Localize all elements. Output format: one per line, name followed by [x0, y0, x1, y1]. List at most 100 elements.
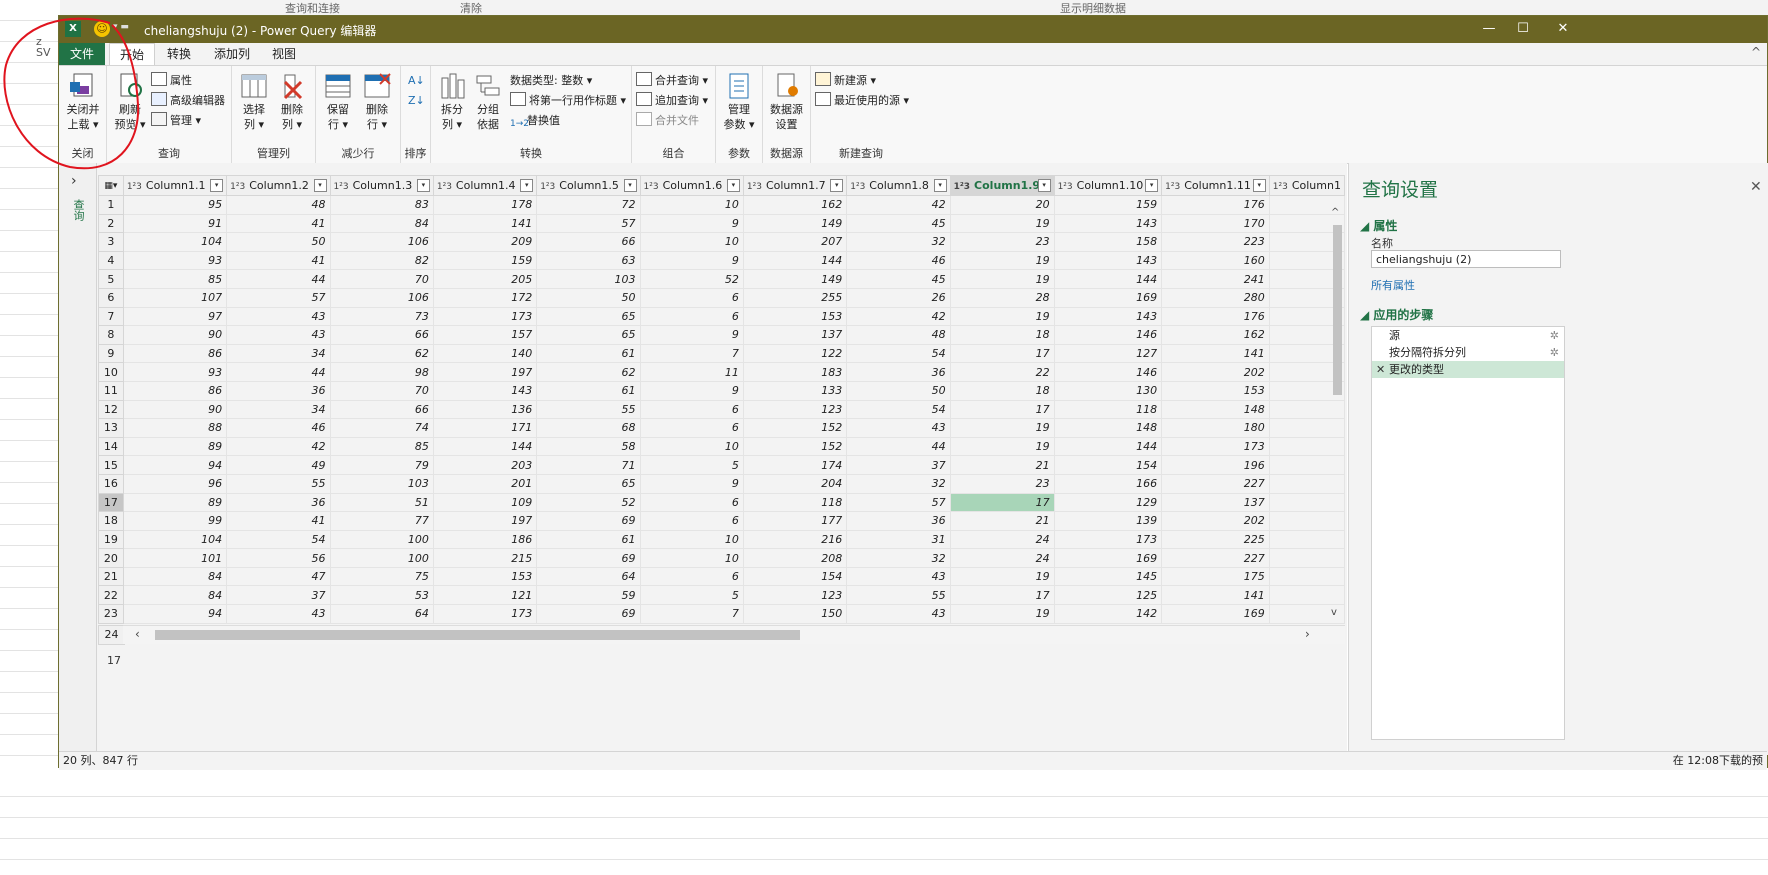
gear-icon[interactable]: ✲ — [1550, 327, 1559, 344]
row-number[interactable]: 6 — [98, 287, 124, 308]
table-cell[interactable]: 152 — [742, 437, 848, 457]
table-cell[interactable]: 90 — [122, 400, 228, 420]
table-cell[interactable]: 118 — [1053, 400, 1163, 420]
close-icon[interactable]: ✕ — [1750, 179, 1762, 195]
type-123-icon[interactable]: 1²3 — [127, 182, 142, 192]
table-cell[interactable]: 178 — [432, 195, 538, 215]
all-properties-link[interactable]: 所有属性 — [1371, 277, 1415, 293]
table-cell[interactable]: 144 — [432, 437, 538, 457]
group-by-button[interactable]: 分组 依据 — [471, 72, 505, 132]
query-name-input[interactable]: cheliangshuju (2) — [1371, 250, 1561, 268]
new-source-button[interactable]: 新建源 ▾ — [815, 72, 876, 90]
applied-steps-heading[interactable]: ◢ 应用的步骤 — [1360, 306, 1433, 323]
table-cell[interactable]: 142 — [1053, 604, 1163, 624]
table-cell[interactable]: 69 — [536, 548, 641, 568]
table-cell[interactable]: 86 — [122, 381, 228, 401]
table-cell[interactable]: 94 — [122, 455, 228, 475]
table-cell[interactable]: 43 — [846, 418, 951, 438]
table-cell[interactable]: 69 — [536, 604, 641, 624]
table-cell[interactable]: 43 — [226, 307, 331, 327]
table-cell[interactable]: 32 — [846, 548, 951, 568]
table-cell[interactable]: 36 — [846, 362, 951, 382]
table-cell[interactable]: 123 — [742, 585, 848, 606]
filter-dropdown-icon[interactable]: ▾ — [210, 179, 224, 192]
table-cell[interactable]: 141 — [1161, 585, 1270, 606]
table-cell[interactable]: 9 — [639, 251, 744, 271]
table-cell[interactable]: 21 — [949, 455, 1055, 475]
row-number[interactable]: 1 — [98, 195, 124, 215]
table-cell[interactable]: 176 — [1161, 307, 1270, 327]
table-cell[interactable]: 109 — [432, 493, 538, 513]
table-cell[interactable]: 82 — [329, 251, 434, 271]
table-cell[interactable]: 172 — [432, 288, 538, 308]
table-cell[interactable]: 157 — [432, 325, 538, 345]
table-menu-icon[interactable]: ▦▾ — [98, 175, 124, 196]
append-queries-button[interactable]: 追加查询 ▾ — [636, 92, 708, 110]
table-cell[interactable]: 31 — [846, 530, 951, 550]
table-cell[interactable]: 9 — [639, 381, 744, 401]
table-cell[interactable]: 176 — [1161, 195, 1270, 215]
table-cell[interactable]: 66 — [536, 232, 641, 252]
table-cell[interactable]: 52 — [639, 269, 744, 289]
table-cell[interactable]: 73 — [329, 307, 434, 327]
filter-dropdown-icon[interactable]: ▾ — [520, 179, 534, 192]
table-cell[interactable]: 84 — [122, 567, 228, 587]
table-cell[interactable]: 57 — [536, 214, 641, 234]
row-number[interactable]: 20 — [98, 548, 124, 568]
table-cell[interactable]: 145 — [1053, 567, 1163, 587]
table-cell[interactable]: 148 — [1161, 400, 1270, 420]
table-cell[interactable]: 5 — [639, 455, 744, 475]
table-cell[interactable]: 180 — [1161, 418, 1270, 438]
queries-connections-label[interactable]: 查询和连接 — [285, 0, 340, 16]
table-cell[interactable]: 125 — [1053, 585, 1163, 606]
vertical-scrollbar[interactable]: ^ v — [1329, 207, 1345, 627]
recent-sources-button[interactable]: 最近使用的源 ▾ — [815, 92, 909, 110]
first-row-header-button[interactable]: 将第一行用作标题 ▾ — [510, 92, 626, 110]
smiley-feedback-icon[interactable]: ☺ — [94, 21, 110, 37]
table-cell[interactable]: 10 — [639, 195, 744, 215]
table-cell[interactable]: 280 — [1161, 288, 1270, 308]
table-cell[interactable]: 26 — [846, 288, 951, 308]
table-cell[interactable]: 9 — [639, 474, 744, 494]
table-cell[interactable]: 169 — [1053, 548, 1163, 568]
filter-dropdown-icon[interactable]: ▾ — [933, 179, 947, 192]
table-cell[interactable]: 44 — [226, 362, 331, 382]
table-cell[interactable]: 21 — [949, 511, 1055, 531]
table-cell[interactable]: 146 — [1053, 325, 1163, 345]
step-item-selected[interactable]: ✕ 更改的类型 — [1372, 361, 1564, 378]
table-cell[interactable]: 47 — [226, 567, 331, 587]
table-cell[interactable]: 70 — [329, 381, 434, 401]
table-cell[interactable]: 173 — [432, 307, 538, 327]
table-cell[interactable]: 139 — [1053, 511, 1163, 531]
table-cell[interactable]: 6 — [639, 288, 744, 308]
table-cell[interactable]: 175 — [1161, 567, 1270, 587]
table-cell[interactable]: 96 — [122, 474, 228, 494]
table-cell[interactable]: 127 — [1053, 344, 1163, 364]
table-cell[interactable]: 197 — [432, 511, 538, 531]
table-cell[interactable]: 63 — [536, 251, 641, 271]
table-cell[interactable]: 173 — [432, 604, 538, 624]
table-cell[interactable]: 57 — [226, 288, 331, 308]
table-cell[interactable]: 45 — [846, 269, 951, 289]
table-cell[interactable]: 197 — [432, 362, 538, 382]
table-cell[interactable]: 10 — [639, 232, 744, 252]
table-cell[interactable]: 48 — [846, 325, 951, 345]
column-header[interactable]: 1²3 Column1.9 ▾ — [949, 175, 1055, 196]
table-cell[interactable]: 23 — [949, 232, 1055, 252]
table-cell[interactable]: 17 — [949, 344, 1055, 364]
table-cell[interactable]: 19 — [949, 251, 1055, 271]
table-cell[interactable]: 107 — [122, 288, 228, 308]
table-cell[interactable]: 37 — [226, 585, 331, 606]
minimize-button[interactable]: — — [1479, 19, 1499, 39]
row-number[interactable]: 18 — [98, 511, 124, 531]
table-cell[interactable]: 54 — [226, 530, 331, 550]
table-cell[interactable]: 10 — [639, 530, 744, 550]
row-number[interactable]: 19 — [98, 529, 124, 550]
table-cell[interactable]: 162 — [742, 195, 848, 215]
table-cell[interactable]: 216 — [742, 530, 848, 550]
table-cell[interactable]: 99 — [122, 511, 228, 531]
table-cell[interactable]: 62 — [536, 362, 641, 382]
table-cell[interactable]: 143 — [432, 381, 538, 401]
data-source-settings-button[interactable]: 数据源 设置 — [765, 72, 808, 132]
refresh-preview-button[interactable]: 刷新 预览 ▾ — [113, 72, 147, 132]
